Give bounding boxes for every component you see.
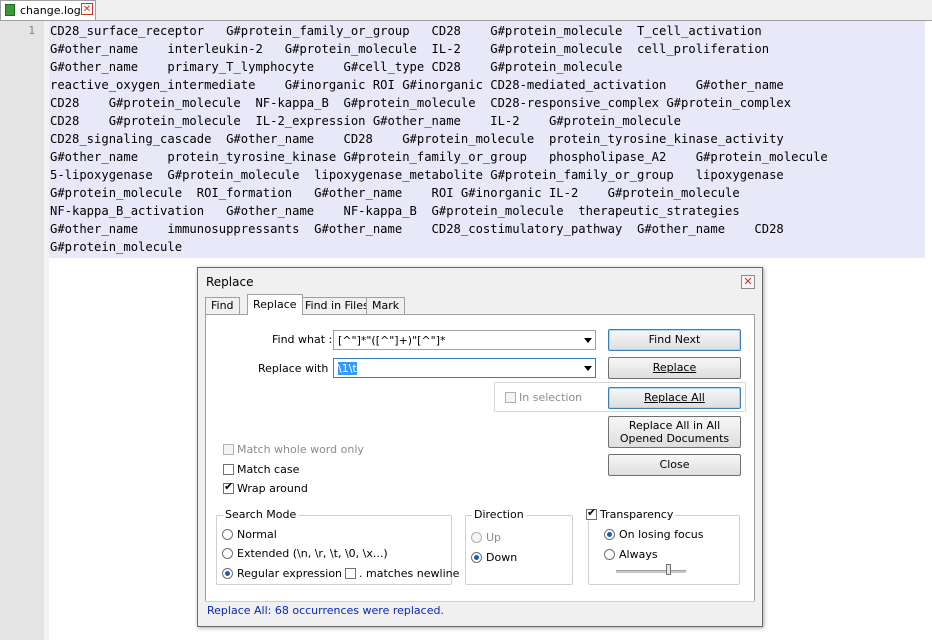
radio-dot	[604, 549, 615, 560]
chevron-down-icon[interactable]	[584, 366, 592, 371]
match-whole-word-label: Match whole word only	[237, 443, 364, 456]
code-line: CD28 G#protein_molecule NF-kappa_B G#pro…	[50, 96, 792, 110]
tab-bar: change.log ✕	[0, 0, 932, 21]
checkbox-box: ✔	[223, 480, 234, 494]
radio-dot	[604, 529, 615, 540]
search-mode-regex-label: Regular expression	[237, 567, 343, 580]
code-line: 5-lipoxygenase G#protein_molecule lipoxy…	[50, 168, 784, 182]
file-tab-label: change.log	[20, 4, 81, 17]
direction-up-label: Up	[486, 531, 502, 544]
code-line: CD28 G#protein_molecule IL-2_expression …	[50, 114, 682, 128]
replace-panel: Find what : [^"]*"([^"]+)"[^"]* Replace …	[205, 314, 755, 620]
search-mode-extended-radio[interactable]: Extended (\n, \r, \t, \0, \x...)	[222, 547, 388, 560]
find-what-label: Find what :	[272, 333, 333, 346]
in-selection-label: In selection	[519, 391, 583, 404]
direction-down-label: Down	[486, 551, 518, 564]
file-icon	[5, 4, 15, 16]
line-number-gutter: 1	[0, 21, 44, 640]
replace-with-input[interactable]: \1\t	[338, 362, 357, 375]
search-mode-normal-radio[interactable]: Normal	[222, 528, 277, 541]
search-mode-title: Search Mode	[223, 508, 299, 521]
replace-all-opened-button[interactable]: Replace All in All Opened Documents	[608, 416, 741, 448]
replace-dialog: Replace ✕ Find Replace Find in Files Mar…	[197, 267, 763, 627]
code-line: CD28_signaling_cascade G#other_name CD28…	[50, 132, 784, 146]
transparency-always-radio[interactable]: Always	[604, 548, 658, 561]
direction-group: Direction	[465, 508, 573, 585]
transparency-slider-thumb[interactable]	[665, 564, 671, 575]
always-label: Always	[619, 548, 658, 561]
checkbox-box: ✔	[586, 506, 597, 520]
search-mode-regex-radio[interactable]: Regular expression	[222, 567, 342, 580]
line-number: 1	[28, 24, 35, 37]
checkmark-icon: ✔	[587, 506, 597, 519]
replace-with-label: Replace with :	[258, 362, 336, 375]
match-case-checkbox[interactable]: Match case	[223, 463, 299, 476]
tab-mark[interactable]: Mark	[366, 297, 406, 314]
selected-text-block[interactable]: CD28_surface_receptor G#protein_family_o…	[49, 21, 925, 258]
replace-with-combo[interactable]: \1\t	[333, 358, 596, 378]
transparency-label: Transparency	[600, 508, 674, 521]
transparency-slider-track[interactable]	[616, 570, 686, 573]
tab-find-in-files[interactable]: Find in Files	[299, 297, 375, 314]
radio-dot	[222, 529, 233, 540]
file-tab[interactable]: change.log ✕	[0, 0, 96, 20]
code-line: G#other_name primary_T_lymphocyte G#cell…	[50, 60, 623, 74]
dialog-title: Replace	[206, 275, 254, 289]
code-line: CD28_surface_receptor G#protein_family_o…	[50, 24, 762, 38]
radio-dot	[471, 552, 482, 563]
radio-dot	[471, 532, 482, 543]
checkbox-box	[223, 464, 234, 475]
replace-all-button-label: Replace All	[644, 391, 705, 404]
transparency-checkbox[interactable]: ✔ Transparency	[584, 506, 676, 521]
close-tab-icon[interactable]: ✕	[81, 3, 93, 15]
replace-button-label: Replace	[652, 361, 697, 374]
wrap-around-checkbox[interactable]: ✔ Wrap around	[223, 480, 308, 495]
code-line: NF-kappa_B_activation G#other_name NF-ka…	[50, 204, 740, 218]
code-line: G#other_name interleukin-2 G#protein_mol…	[50, 42, 770, 56]
radio-dot	[222, 568, 233, 579]
replace-button[interactable]: Replace	[608, 357, 741, 379]
search-mode-extended-label: Extended (\n, \r, \t, \0, \x...)	[237, 547, 388, 560]
checkbox-box	[505, 392, 516, 403]
match-case-label: Match case	[237, 463, 300, 476]
code-line: G#other_name immunosuppressants G#other_…	[50, 222, 784, 236]
tab-find[interactable]: Find	[205, 297, 240, 314]
matches-newline-label: . matches newline	[359, 567, 460, 580]
tab-replace[interactable]: Replace	[247, 294, 303, 315]
status-text: Replace All: 68 occurrences were replace…	[207, 604, 444, 617]
in-selection-checkbox[interactable]: In selection	[505, 391, 582, 404]
find-what-combo[interactable]: [^"]*"([^"]+)"[^"]*	[333, 330, 596, 350]
find-what-input[interactable]: [^"]*"([^"]+)"[^"]*	[338, 334, 446, 347]
transparency-on-losing-focus-radio[interactable]: On losing focus	[604, 528, 704, 541]
match-whole-word-checkbox[interactable]: Match whole word only	[223, 443, 364, 456]
code-line: G#protein_molecule ROI_formation G#other…	[50, 186, 740, 200]
direction-down-radio[interactable]: Down	[471, 551, 517, 564]
replace-all-button[interactable]: Replace All	[608, 387, 741, 409]
radio-dot	[222, 548, 233, 559]
dialog-close-icon[interactable]: ✕	[741, 275, 755, 289]
direction-up-radio[interactable]: Up	[471, 531, 501, 544]
checkbox-box	[345, 568, 356, 579]
search-mode-normal-label: Normal	[237, 528, 277, 541]
status-bar: Replace All: 68 occurrences were replace…	[205, 601, 755, 620]
wrap-around-label: Wrap around	[237, 482, 308, 495]
find-next-button[interactable]: Find Next	[608, 329, 741, 351]
checkbox-box	[223, 444, 234, 455]
checkmark-icon: ✔	[224, 480, 234, 493]
chevron-down-icon[interactable]	[584, 338, 592, 343]
close-button[interactable]: Close	[608, 454, 741, 476]
on-losing-focus-label: On losing focus	[619, 528, 704, 541]
direction-title: Direction	[472, 508, 526, 521]
code-line: G#protein_molecule	[50, 240, 183, 254]
matches-newline-checkbox[interactable]: . matches newline	[345, 567, 459, 580]
code-line: G#other_name protein_tyrosine_kinase G#p…	[50, 150, 828, 164]
code-line: reactive_oxygen_intermediate G#inorganic…	[50, 78, 784, 92]
